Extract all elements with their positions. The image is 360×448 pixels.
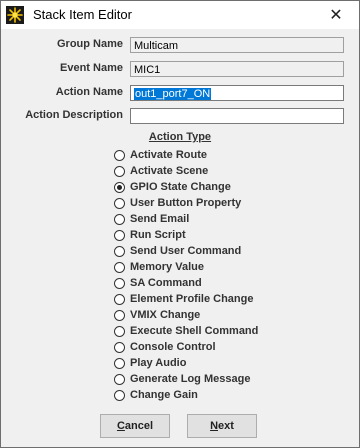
action-name-selected-text: out1_port7_ON bbox=[134, 88, 212, 100]
radio-label: Activate Route bbox=[130, 149, 208, 161]
next-button[interactable]: Next bbox=[187, 414, 257, 438]
action-description-input[interactable] bbox=[130, 108, 344, 124]
close-button[interactable]: ✕ bbox=[313, 1, 359, 29]
title-bar[interactable]: Stack Item Editor ✕ bbox=[1, 1, 359, 29]
action-name-label: Action Name bbox=[55, 86, 123, 98]
radio-label: Console Control bbox=[130, 341, 216, 353]
radio-button[interactable] bbox=[114, 197, 125, 209]
action-type-option[interactable]: Console Control bbox=[114, 339, 258, 355]
next-label: ext bbox=[218, 420, 234, 432]
next-mnemonic: N bbox=[210, 420, 219, 432]
radio-button[interactable] bbox=[114, 261, 125, 273]
radio-button[interactable] bbox=[114, 293, 125, 305]
action-type-option[interactable]: Run Script bbox=[114, 227, 258, 243]
group-name-field: Multicam bbox=[130, 37, 344, 53]
event-name-field: MIC1 bbox=[130, 61, 344, 77]
action-type-option[interactable]: Play Audio bbox=[114, 355, 258, 371]
action-type-option[interactable]: Execute Shell Command bbox=[114, 323, 258, 339]
radio-button[interactable] bbox=[114, 165, 125, 177]
radio-label: VMIX Change bbox=[130, 309, 201, 321]
radio-button[interactable] bbox=[114, 149, 125, 161]
action-type-option[interactable]: Element Profile Change bbox=[114, 291, 258, 307]
event-name-row: Event Name MIC1 bbox=[1, 61, 359, 79]
action-description-label: Action Description bbox=[25, 109, 123, 121]
radio-label: Play Audio bbox=[130, 357, 187, 369]
action-type-option[interactable]: Send Email bbox=[114, 211, 258, 227]
radio-button[interactable] bbox=[114, 373, 125, 385]
group-name-row: Group Name Multicam bbox=[1, 37, 359, 55]
action-type-option[interactable]: SA Command bbox=[114, 275, 258, 291]
action-type-option[interactable]: Activate Scene bbox=[114, 163, 258, 179]
radio-button[interactable] bbox=[114, 341, 125, 353]
stack-item-editor-window: Stack Item Editor ✕ Group Name Multicam … bbox=[0, 0, 360, 448]
window-title: Stack Item Editor bbox=[33, 7, 132, 22]
cancel-mnemonic: C bbox=[116, 420, 125, 432]
cancel-label: ancel bbox=[124, 420, 154, 432]
action-type-title: Action Type bbox=[148, 131, 212, 143]
radio-label: Activate Scene bbox=[130, 165, 209, 177]
action-type-option[interactable]: GPIO State Change bbox=[114, 179, 258, 195]
radio-label: Send Email bbox=[130, 213, 190, 225]
cancel-button[interactable]: Cancel bbox=[100, 414, 170, 438]
radio-button[interactable] bbox=[114, 245, 125, 257]
action-name-row: Action Name out1_port7_ON bbox=[1, 85, 359, 103]
radio-label: Run Script bbox=[130, 229, 186, 241]
close-icon: ✕ bbox=[329, 7, 343, 24]
radio-label: Execute Shell Command bbox=[130, 325, 259, 337]
radio-button[interactable] bbox=[114, 213, 125, 225]
radio-label: GPIO State Change bbox=[130, 181, 231, 193]
action-type-heading: Action Type bbox=[1, 131, 359, 143]
action-description-row: Action Description bbox=[1, 108, 359, 126]
radio-button[interactable] bbox=[114, 277, 125, 289]
action-type-radio-group: Activate Route Activate Scene GPIO State C… bbox=[114, 147, 258, 403]
radio-button[interactable] bbox=[114, 229, 125, 241]
radio-button[interactable] bbox=[114, 325, 125, 337]
action-type-option[interactable]: Activate Route bbox=[114, 147, 258, 163]
action-type-option[interactable]: VMIX Change bbox=[114, 307, 258, 323]
action-type-option[interactable]: Memory Value bbox=[114, 259, 258, 275]
action-type-option[interactable]: Generate Log Message bbox=[114, 371, 258, 387]
dialog-body: Group Name Multicam Event Name MIC1 Acti… bbox=[1, 29, 359, 447]
action-type-option[interactable]: Change Gain bbox=[114, 387, 258, 403]
radio-button[interactable] bbox=[114, 181, 125, 193]
radio-label: Memory Value bbox=[130, 261, 204, 273]
radio-label: Change Gain bbox=[130, 389, 198, 401]
group-name-label: Group Name bbox=[56, 38, 123, 50]
radio-label: User Button Property bbox=[130, 197, 242, 209]
radio-label: Generate Log Message bbox=[130, 373, 251, 385]
event-name-label: Event Name bbox=[60, 62, 123, 74]
action-type-option[interactable]: User Button Property bbox=[114, 195, 258, 211]
radio-button[interactable] bbox=[114, 389, 125, 401]
radio-label: Send User Command bbox=[130, 245, 242, 257]
starburst-icon bbox=[6, 6, 24, 24]
radio-label: Element Profile Change bbox=[130, 293, 254, 305]
action-name-input[interactable]: out1_port7_ON bbox=[130, 85, 344, 101]
radio-button[interactable] bbox=[114, 357, 125, 369]
radio-button[interactable] bbox=[114, 309, 125, 321]
action-type-option[interactable]: Send User Command bbox=[114, 243, 258, 259]
radio-label: SA Command bbox=[130, 277, 202, 289]
